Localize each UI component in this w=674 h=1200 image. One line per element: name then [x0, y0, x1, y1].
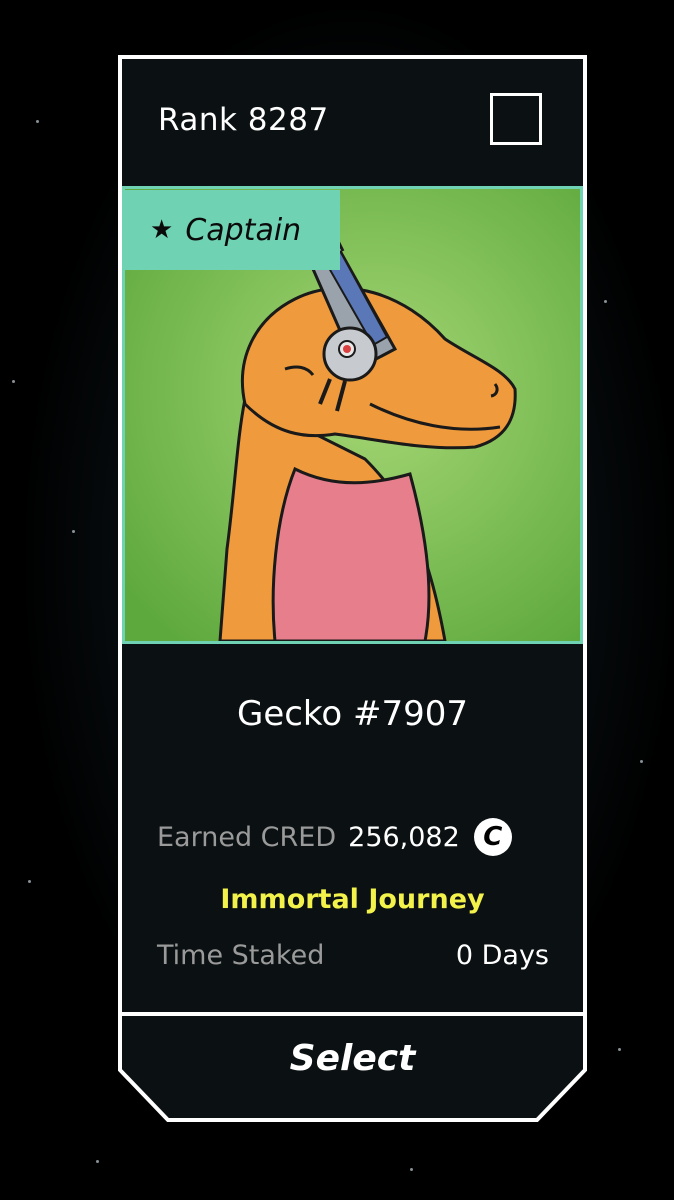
earned-cred-label: Earned CRED — [157, 821, 337, 853]
earned-cred-value: 256,082 — [348, 821, 460, 853]
time-staked-value: 0 Days — [455, 940, 549, 971]
select-checkbox[interactable] — [490, 93, 542, 145]
journey-label: Immortal Journey — [220, 884, 485, 915]
rank-label: Rank 8287 — [158, 102, 329, 138]
cred-coin-letter: C — [483, 822, 503, 852]
earned-cred-row: Earned CRED 256,082 C — [157, 818, 549, 856]
captain-badge: ★ Captain — [124, 190, 340, 270]
star-icon: ★ — [150, 215, 174, 245]
select-button[interactable] — [124, 1018, 582, 1116]
time-staked-row: Time Staked 0 Days — [157, 940, 549, 971]
badge-label: Captain — [185, 212, 302, 248]
cred-coin-icon: C — [473, 818, 512, 856]
time-staked-label: Time Staked — [157, 940, 325, 971]
gecko-name: Gecko #7907 — [236, 694, 469, 734]
screen: Rank 8287 ★ Captain Gecko #7907 Earned C… — [0, 0, 674, 1200]
